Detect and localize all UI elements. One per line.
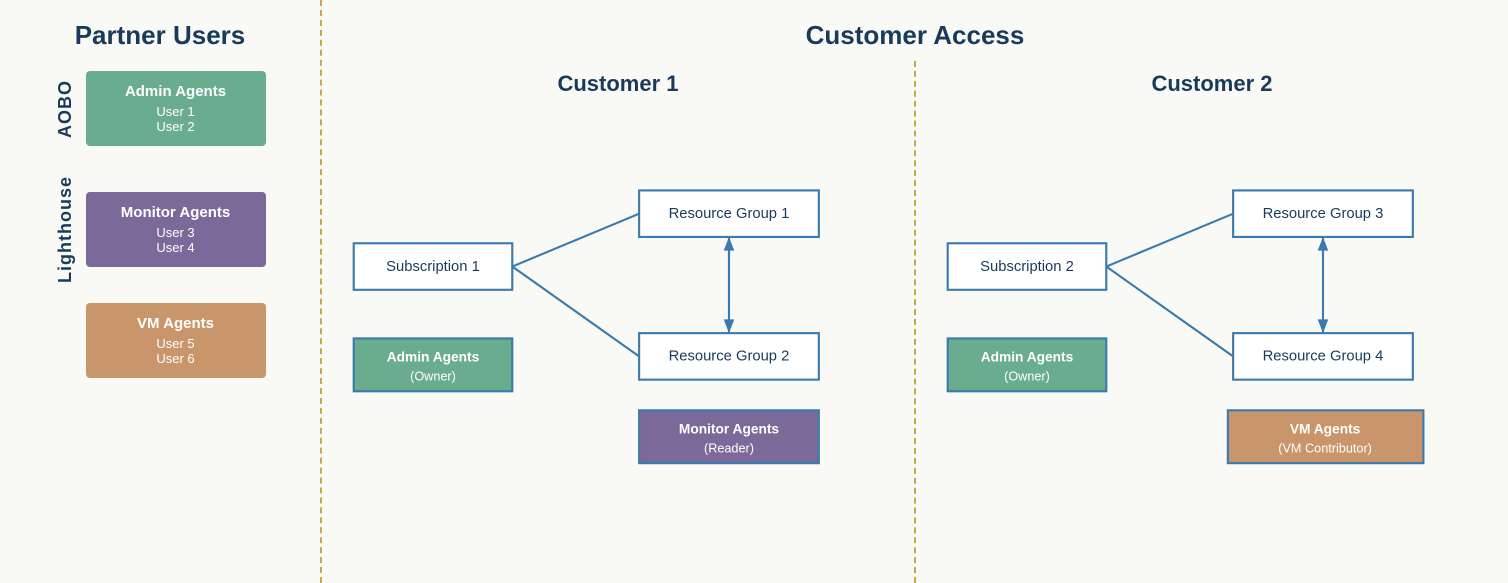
lighthouse-vm-row: L VM Agents User 5 User 6 <box>0 303 320 378</box>
monitor-agents-users: User 3 User 4 <box>106 225 246 255</box>
aobo-label: AOBO <box>55 80 76 138</box>
lighthouse-section: Lighthouse Monitor Agents User 3 User 4 … <box>0 176 320 398</box>
svg-text:Resource Group 3: Resource Group 3 <box>1263 206 1384 222</box>
svg-text:Subscription 2: Subscription 2 <box>980 259 1074 275</box>
svg-text:(VM Contributor): (VM Contributor) <box>1278 442 1372 456</box>
admin-user-1: User 1 <box>106 104 246 119</box>
lighthouse-label: Lighthouse <box>55 176 76 283</box>
monitor-user-2: User 4 <box>106 240 246 255</box>
admin-user-2: User 2 <box>106 119 246 134</box>
lighthouse-monitor-row: Lighthouse Monitor Agents User 3 User 4 <box>0 176 320 283</box>
partner-panel: Partner Users AOBO Admin Agents User 1 U… <box>0 0 320 583</box>
customer1-section: Customer 1 Subscription 1 Admin Agents (… <box>322 61 914 583</box>
monitor-user-1: User 3 <box>106 225 246 240</box>
customer2-section: Customer 2 Subscription 2 Admin Agents (… <box>916 61 1508 583</box>
customer2-diagram: Subscription 2 Admin Agents (Owner) Reso… <box>916 127 1508 529</box>
svg-text:Admin Agents: Admin Agents <box>387 350 480 365</box>
monitor-agents-box: Monitor Agents User 3 User 4 <box>86 192 266 267</box>
svg-text:Resource Group 1: Resource Group 1 <box>669 206 790 222</box>
customer-area: Customer Access Customer 1 Subscription … <box>322 0 1508 583</box>
svg-text:Resource Group 2: Resource Group 2 <box>669 349 790 365</box>
svg-text:Resource Group 4: Resource Group 4 <box>1263 349 1384 365</box>
lighthouse-label-spacer: L <box>55 335 76 347</box>
vm-agents-box: VM Agents User 5 User 6 <box>86 303 266 378</box>
admin-agents-box: Admin Agents User 1 User 2 <box>86 71 266 146</box>
svg-text:VM Agents: VM Agents <box>1290 422 1361 437</box>
svg-text:(Owner): (Owner) <box>410 370 456 384</box>
customer1-title: Customer 1 <box>557 71 678 97</box>
vm-agents-users: User 5 User 6 <box>106 336 246 366</box>
customers-row: Customer 1 Subscription 1 Admin Agents (… <box>322 61 1508 583</box>
monitor-agents-title: Monitor Agents <box>106 204 246 221</box>
partner-title: Partner Users <box>75 20 246 51</box>
diagram-container: Partner Users AOBO Admin Agents User 1 U… <box>0 0 1508 583</box>
vm-agents-title: VM Agents <box>106 315 246 332</box>
customer1-diagram: Subscription 1 Admin Agents (Owner) Reso… <box>322 127 914 529</box>
svg-text:(Reader): (Reader) <box>704 442 754 456</box>
vm-user-2: User 6 <box>106 351 246 366</box>
admin-agents-users: User 1 User 2 <box>106 104 246 134</box>
svg-text:Subscription 1: Subscription 1 <box>386 259 480 275</box>
vm-user-1: User 5 <box>106 336 246 351</box>
aobo-section: AOBO Admin Agents User 1 User 2 <box>0 71 320 146</box>
svg-text:Monitor Agents: Monitor Agents <box>679 422 780 437</box>
customer2-title: Customer 2 <box>1151 71 1272 97</box>
svg-text:Admin Agents: Admin Agents <box>981 350 1074 365</box>
admin-agents-title: Admin Agents <box>106 83 246 100</box>
customer-access-title: Customer Access <box>322 20 1508 51</box>
svg-text:(Owner): (Owner) <box>1004 370 1050 384</box>
